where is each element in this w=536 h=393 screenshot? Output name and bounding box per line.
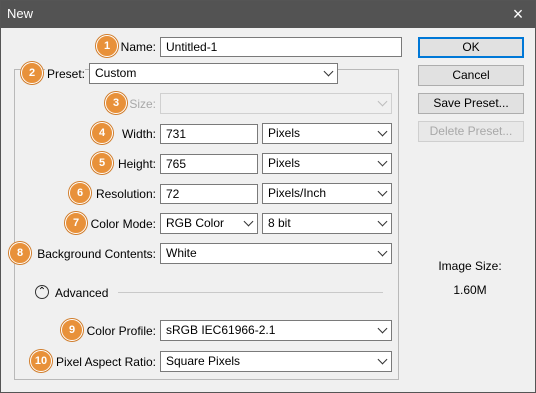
- preset-select[interactable]: Custom: [89, 63, 338, 84]
- width-unit-select[interactable]: Pixels: [262, 123, 392, 144]
- resolution-unit-value: Pixels/Inch: [268, 186, 327, 200]
- image-size-value: 1.60M: [453, 283, 487, 297]
- chevron-down-icon: [377, 216, 388, 227]
- resolution-input[interactable]: 72: [160, 184, 258, 204]
- chevron-down-icon: [377, 354, 388, 365]
- width-unit-value: Pixels: [268, 126, 301, 140]
- pixel-aspect-ratio-select[interactable]: Square Pixels: [160, 351, 392, 372]
- chevron-down-icon: [323, 66, 334, 77]
- chevron-down-icon: [377, 246, 388, 257]
- callout-badge-5: 5: [91, 152, 113, 174]
- chevron-down-icon: [377, 186, 388, 197]
- callout-badge-6: 6: [69, 182, 91, 204]
- name-input[interactable]: Untitled-1: [160, 37, 402, 57]
- color-profile-select[interactable]: sRGB IEC61966-2.1: [160, 320, 392, 341]
- cancel-button[interactable]: Cancel: [418, 65, 524, 86]
- color-mode-label: Color Mode:: [90, 217, 156, 231]
- chevron-down-icon: [243, 216, 254, 227]
- resolution-label: Resolution:: [95, 187, 156, 201]
- advanced-label: Advanced: [55, 286, 109, 300]
- background-contents-select[interactable]: White: [160, 243, 392, 264]
- delete-preset-button: Delete Preset...: [418, 121, 524, 142]
- height-unit-value: Pixels: [268, 156, 301, 170]
- color-mode-value: RGB Color: [166, 216, 225, 230]
- advanced-divider: [118, 292, 383, 293]
- ok-button[interactable]: OK: [418, 37, 524, 58]
- window-title: New: [7, 6, 34, 21]
- advanced-collapse-icon[interactable]: ⌃: [35, 285, 49, 299]
- callout-badge-7: 7: [65, 212, 87, 234]
- callout-badge-8: 8: [9, 242, 31, 264]
- color-profile-value: sRGB IEC61966-2.1: [166, 323, 276, 337]
- callout-badge-2: 2: [21, 62, 43, 84]
- bit-depth-value: 8 bit: [268, 216, 291, 230]
- bit-depth-select[interactable]: 8 bit: [262, 213, 392, 234]
- close-icon[interactable]: ×: [505, 3, 531, 25]
- size-select: [160, 93, 392, 114]
- callout-badge-4: 4: [91, 122, 113, 144]
- image-size-label: Image Size:: [438, 259, 502, 273]
- background-contents-value: White: [166, 246, 197, 260]
- preset-label: Preset:: [45, 67, 85, 81]
- width-input[interactable]: 731: [160, 124, 258, 144]
- size-label: Size:: [129, 97, 156, 111]
- resolution-unit-select[interactable]: Pixels/Inch: [262, 183, 392, 204]
- callout-badge-9: 9: [61, 319, 83, 341]
- pixel-aspect-ratio-value: Square Pixels: [166, 354, 241, 368]
- background-contents-label: Background Contents:: [37, 247, 156, 261]
- color-profile-label: Color Profile:: [86, 324, 156, 338]
- callout-badge-10: 10: [30, 350, 52, 372]
- color-mode-select[interactable]: RGB Color: [160, 213, 258, 234]
- preset-value: Custom: [95, 66, 137, 80]
- height-input[interactable]: 765: [160, 154, 258, 174]
- height-unit-select[interactable]: Pixels: [262, 153, 392, 174]
- height-label: Height:: [117, 157, 156, 171]
- width-label: Width:: [121, 127, 156, 141]
- chevron-down-icon: [377, 126, 388, 137]
- chevron-down-icon: [377, 156, 388, 167]
- pixel-aspect-ratio-label: Pixel Aspect Ratio:: [55, 355, 156, 369]
- name-label: Name:: [120, 40, 156, 54]
- chevron-down-icon: [377, 323, 388, 334]
- title-bar: New ×: [1, 1, 535, 28]
- save-preset-button[interactable]: Save Preset...: [418, 93, 524, 114]
- new-document-dialog: New × 1 Name: Untitled-1 2 Preset: Custo…: [0, 0, 536, 393]
- chevron-down-icon: [377, 96, 388, 107]
